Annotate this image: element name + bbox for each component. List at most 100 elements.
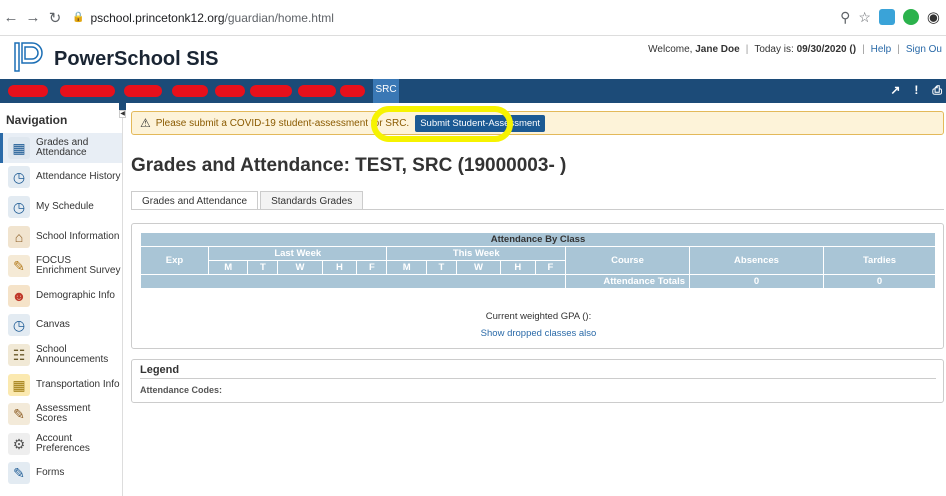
sidebar-item-assessment[interactable]: ✎ Assessment Scores bbox=[0, 399, 122, 429]
sidebar-item-focus-survey[interactable]: ✎ FOCUS Enrichment Survey bbox=[0, 251, 122, 281]
sidebar-item-label: My Schedule bbox=[36, 200, 94, 212]
course-header: Course bbox=[565, 246, 690, 275]
back-icon[interactable]: ← bbox=[0, 9, 22, 26]
redacted-student-tab[interactable] bbox=[60, 85, 115, 97]
legend-divider bbox=[140, 378, 936, 379]
sidebar-item-demographic[interactable]: ☻ Demographic Info bbox=[0, 281, 122, 311]
redacted-student-tab[interactable] bbox=[298, 85, 336, 97]
today-prefix: Today is: bbox=[754, 44, 794, 55]
sidebar-item-schedule[interactable]: ◷ My Schedule bbox=[0, 192, 122, 222]
external-link-icon[interactable]: ↗ bbox=[890, 83, 900, 98]
today-value: 09/30/2020 () bbox=[796, 44, 857, 55]
url-path: /guardian/home.html bbox=[224, 10, 334, 25]
attendance-table: Attendance By Class Exp Last Week This W… bbox=[140, 232, 936, 289]
attendance-codes-label: Attendance Codes: bbox=[140, 385, 223, 395]
redacted-student-tab[interactable] bbox=[340, 85, 365, 97]
browser-toolbar: ← → ↻ 🔒 pschool.princetonk12.org/guardia… bbox=[0, 0, 946, 36]
assessment-icon: ✎ bbox=[8, 403, 30, 426]
day-header: W bbox=[455, 260, 501, 275]
day-header: F bbox=[534, 260, 567, 275]
navigation-sidebar: Navigation ▦ Grades and Attendance ◷ Att… bbox=[0, 103, 123, 496]
legend-title: Legend bbox=[140, 364, 180, 376]
star-icon[interactable]: ☆ bbox=[858, 9, 871, 26]
table-caption: Attendance By Class bbox=[140, 232, 936, 247]
total-absences: 0 bbox=[689, 274, 824, 289]
reload-icon[interactable]: ↻ bbox=[44, 9, 66, 27]
welcome-prefix: Welcome, bbox=[648, 44, 693, 55]
school-icon: ⌂ bbox=[8, 225, 30, 248]
sidebar-item-label: School Information bbox=[36, 230, 120, 242]
totals-spacer bbox=[140, 274, 566, 289]
page-title: Grades and Attendance: TEST, SRC (190000… bbox=[131, 155, 567, 176]
sidebar-item-grades[interactable]: ▦ Grades and Attendance bbox=[0, 133, 122, 163]
sidebar-item-announcements[interactable]: ☷ School Announcements bbox=[0, 340, 122, 370]
day-header: T bbox=[247, 260, 279, 275]
address-bar[interactable]: 🔒 pschool.princetonk12.org/guardian/home… bbox=[72, 11, 334, 25]
canvas-icon: ◷ bbox=[8, 314, 30, 337]
day-header: F bbox=[356, 260, 388, 275]
grades-icon: ▦ bbox=[8, 136, 30, 159]
sidebar-item-label: Forms bbox=[36, 467, 65, 479]
app-header: PowerSchool SIS Welcome, Jane Doe | Toda… bbox=[0, 36, 946, 79]
sidebar-collapse-arrow-icon[interactable]: ◀ bbox=[119, 110, 126, 118]
student-tab-src[interactable]: SRC bbox=[373, 79, 399, 103]
sidebar-item-canvas[interactable]: ◷ Canvas bbox=[0, 311, 122, 341]
day-header: W bbox=[277, 260, 323, 275]
sidebar-item-label: FOCUS Enrichment Survey bbox=[36, 255, 121, 277]
day-header: T bbox=[425, 260, 457, 275]
legend-panel: Legend Attendance Codes: bbox=[131, 359, 944, 403]
sidebar-item-label: Account Preferences bbox=[36, 432, 90, 454]
day-header: M bbox=[207, 260, 249, 275]
sign-out-link[interactable]: Sign Ou bbox=[906, 44, 942, 55]
covid-alert-banner: ⚠ Please submit a COVID-19 student-asses… bbox=[131, 111, 944, 135]
sidebar-item-label: Demographic Info bbox=[36, 289, 115, 301]
exp-header: Exp bbox=[140, 246, 209, 275]
print-icon[interactable]: ⎙ bbox=[932, 83, 942, 98]
total-tardies: 0 bbox=[823, 274, 936, 289]
redacted-student-tab[interactable] bbox=[215, 85, 245, 97]
user-name: Jane Doe bbox=[695, 44, 740, 55]
sidebar-item-label: Transportation Info bbox=[36, 378, 120, 390]
day-header: H bbox=[499, 260, 536, 275]
highlight-annotation bbox=[371, 106, 513, 142]
bus-icon: ▦ bbox=[8, 373, 30, 396]
extension-icon[interactable] bbox=[902, 9, 919, 25]
zoom-icon[interactable]: ⚲ bbox=[840, 9, 850, 26]
redacted-student-tab[interactable] bbox=[8, 85, 48, 97]
lock-icon: 🔒 bbox=[72, 12, 85, 23]
app-title: PowerSchool SIS bbox=[54, 48, 219, 70]
sidebar-item-attendance-history[interactable]: ◷ Attendance History bbox=[0, 163, 122, 193]
redacted-student-tab[interactable] bbox=[172, 85, 208, 97]
demographic-icon: ☻ bbox=[8, 284, 30, 307]
day-header: H bbox=[321, 260, 358, 275]
sidebar-item-forms[interactable]: ✎ Forms bbox=[0, 459, 122, 489]
tardies-header: Tardies bbox=[823, 246, 936, 275]
tab-standards-grades[interactable]: Standards Grades bbox=[260, 191, 364, 210]
sidebar-item-label: School Announcements bbox=[36, 343, 109, 365]
show-dropped-link[interactable]: Show dropped classes also bbox=[132, 328, 945, 339]
last-week-header: Last Week bbox=[207, 246, 388, 261]
sidebar-item-school-info[interactable]: ⌂ School Information bbox=[0, 222, 122, 252]
extension-icon[interactable] bbox=[878, 9, 895, 25]
attendance-history-icon: ◷ bbox=[8, 166, 30, 189]
sidebar-item-label: Assessment Scores bbox=[36, 403, 91, 425]
tab-divider bbox=[131, 209, 944, 210]
preferences-icon: ⚙ bbox=[8, 432, 30, 455]
this-week-header: This Week bbox=[386, 246, 566, 261]
sidebar-item-transportation[interactable]: ▦ Transportation Info bbox=[0, 370, 122, 400]
sidebar-item-account-prefs[interactable]: ⚙ Account Preferences bbox=[0, 429, 122, 459]
account-icon[interactable]: ◉ bbox=[927, 8, 940, 26]
powerschool-logo-icon bbox=[14, 42, 43, 72]
user-info-bar: Welcome, Jane Doe | Today is: 09/30/2020… bbox=[648, 44, 942, 55]
sidebar-item-label: Grades and Attendance bbox=[36, 136, 89, 158]
help-link[interactable]: Help bbox=[871, 44, 892, 55]
sidebar-item-label: Attendance History bbox=[36, 171, 121, 183]
tab-grades-and-attendance[interactable]: Grades and Attendance bbox=[131, 191, 259, 210]
day-header: M bbox=[386, 260, 427, 275]
alert-icon[interactable]: ! bbox=[914, 83, 918, 98]
forms-icon: ✎ bbox=[8, 462, 30, 485]
redacted-student-tab[interactable] bbox=[250, 85, 292, 97]
redacted-student-tab[interactable] bbox=[124, 85, 162, 97]
forward-icon[interactable]: → bbox=[22, 9, 44, 26]
survey-icon: ✎ bbox=[8, 255, 30, 278]
